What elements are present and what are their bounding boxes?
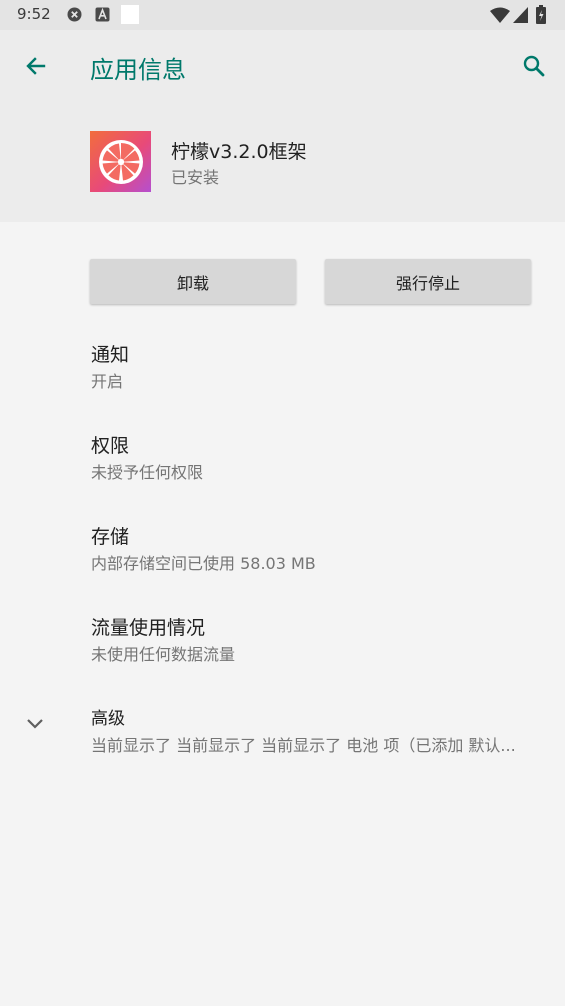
search-icon	[523, 55, 545, 77]
app-header: 应用信息 柠檬v3.2.0框架 已安装	[0, 30, 565, 222]
battery-icon	[536, 5, 546, 24]
app-install-status: 已安装	[171, 168, 220, 187]
force-stop-button[interactable]: 强行停止	[325, 259, 531, 304]
blank-square-icon	[121, 5, 139, 24]
setting-item-storage[interactable]: 存储 内部存储空间已使用 58.03 MB	[0, 522, 565, 608]
setting-summary: 内部存储空间已使用 58.03 MB	[91, 554, 316, 573]
setting-title: 通知	[91, 344, 130, 366]
setting-title: 高级	[91, 709, 125, 729]
lemon-slice-icon	[98, 139, 143, 184]
setting-item-permissions[interactable]: 权限 未授予任何权限	[0, 431, 565, 517]
uninstall-button[interactable]: 卸载	[90, 259, 296, 304]
app-name: 柠檬v3.2.0框架	[171, 141, 307, 163]
wifi-icon	[490, 7, 510, 23]
status-bar: 9:52	[0, 0, 565, 30]
setting-title: 流量使用情况	[91, 617, 206, 639]
page-title: 应用信息	[90, 56, 186, 84]
setting-title: 存储	[91, 526, 130, 548]
setting-summary: 未授予任何权限	[91, 463, 204, 482]
status-time: 9:52	[17, 5, 51, 23]
arrow-left-icon	[26, 57, 46, 75]
setting-item-notifications[interactable]: 通知 开启	[0, 340, 565, 426]
close-circle-icon	[67, 7, 82, 22]
setting-summary: 开启	[91, 372, 124, 391]
setting-summary: 当前显示了 当前显示了 当前显示了 电池 项（已添加 默认...	[91, 736, 516, 755]
search-button[interactable]	[514, 46, 554, 86]
setting-item-data-usage[interactable]: 流量使用情况 未使用任何数据流量	[0, 613, 565, 699]
back-button[interactable]	[16, 46, 56, 86]
chevron-down-icon	[27, 719, 43, 729]
signal-icon	[513, 7, 528, 23]
setting-title: 权限	[91, 435, 130, 457]
a-badge-icon	[95, 7, 110, 22]
app-icon	[90, 131, 151, 192]
setting-summary: 未使用任何数据流量	[91, 645, 236, 664]
setting-item-advanced[interactable]: 高级 当前显示了 当前显示了 当前显示了 电池 项（已添加 默认...	[0, 704, 565, 790]
